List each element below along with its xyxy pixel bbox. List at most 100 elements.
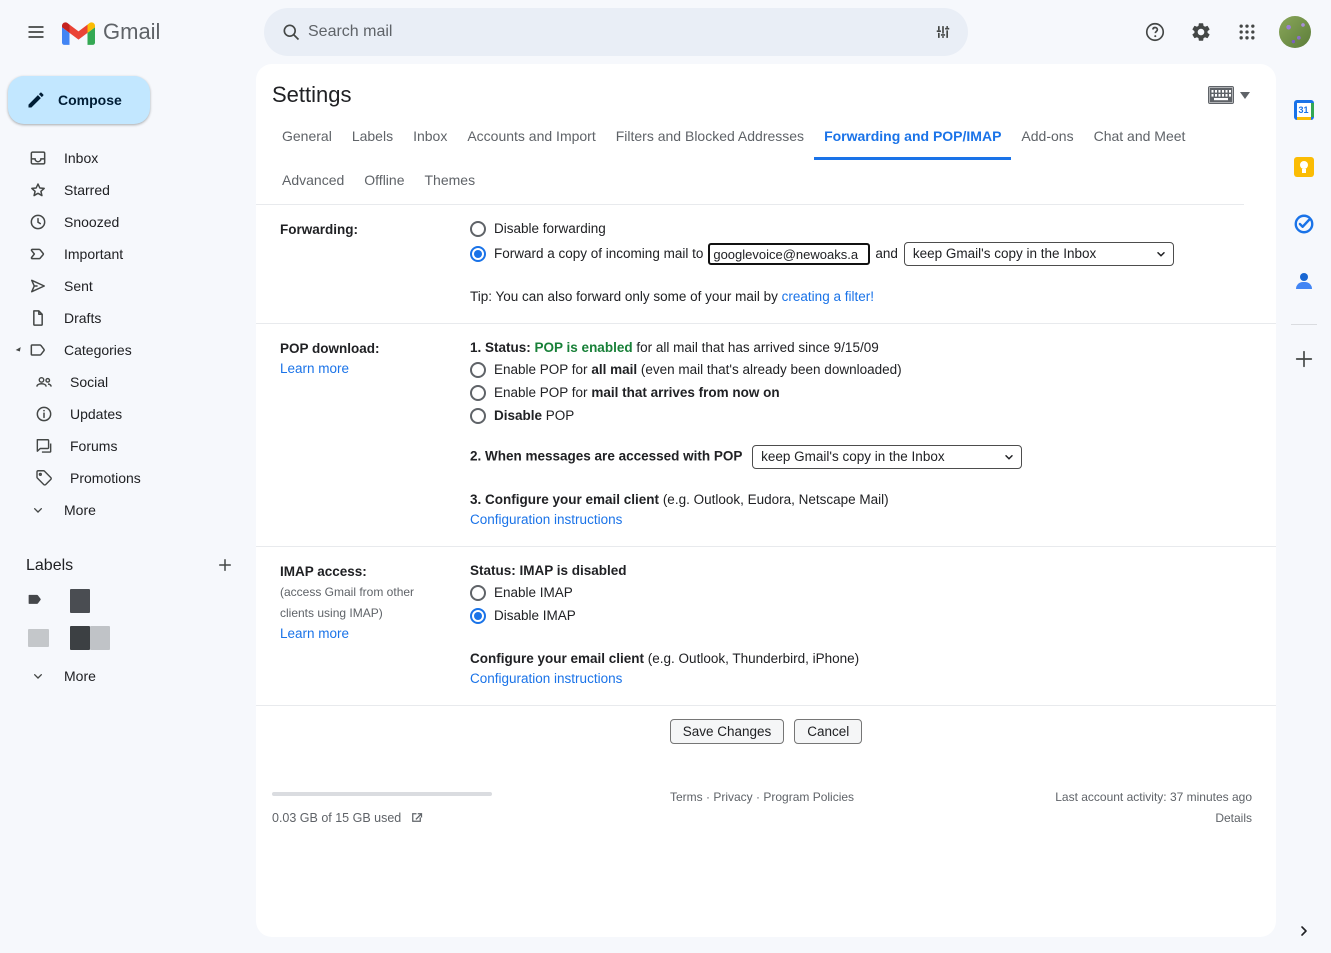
- sidebar-item-label: Sent: [64, 278, 93, 294]
- sidebar-item-drafts[interactable]: Drafts: [12, 302, 256, 334]
- sidebar: Compose Inbox Starred Snoozed Important …: [0, 64, 256, 953]
- send-icon: [26, 276, 50, 296]
- input-tools-selector[interactable]: [1208, 86, 1250, 104]
- open-in-new-icon[interactable]: [409, 810, 424, 825]
- avatar[interactable]: [1279, 16, 1311, 48]
- search-icon[interactable]: [274, 15, 308, 49]
- tab-accounts-and-import[interactable]: Accounts and Import: [457, 116, 605, 160]
- disable-pop-radio[interactable]: [470, 408, 486, 424]
- sidebar-item-important[interactable]: Important: [12, 238, 256, 270]
- calendar-icon[interactable]: 31: [1284, 90, 1324, 130]
- tasks-icon[interactable]: [1284, 204, 1324, 244]
- tab-advanced[interactable]: Advanced: [272, 160, 354, 204]
- terms-link[interactable]: Terms: [670, 790, 703, 804]
- rail-divider: [1291, 324, 1317, 325]
- pop-row-label: POP download:: [280, 339, 470, 359]
- sidebar-item-label: Snoozed: [64, 214, 119, 230]
- storage-usage-text: 0.03 GB of 15 GB used: [272, 811, 401, 825]
- tab-general[interactable]: General: [272, 116, 342, 160]
- disable-imap-radio[interactable]: [470, 608, 486, 624]
- sidebar-item-label: Forums: [70, 438, 117, 454]
- separator: ·: [706, 790, 710, 804]
- storage-quota-bar: [272, 792, 492, 796]
- cancel-button[interactable]: Cancel: [794, 719, 862, 744]
- enable-pop-from-now-radio[interactable]: [470, 385, 486, 401]
- forward-action-select[interactable]: keep Gmail's copy in the Inbox: [904, 242, 1174, 266]
- disable-imap-label: Disable IMAP: [494, 606, 576, 626]
- label-row-redacted[interactable]: [0, 582, 256, 619]
- account-avatar[interactable]: [1273, 12, 1317, 52]
- sidebar-item-starred[interactable]: Starred: [12, 174, 256, 206]
- sidebar-item-label: Important: [64, 246, 123, 262]
- chevron-down-icon: [1003, 451, 1015, 463]
- sidebar-item-categories[interactable]: Categories: [12, 334, 256, 366]
- tab-filters-and-blocked-addresses[interactable]: Filters and Blocked Addresses: [606, 116, 814, 160]
- pop-learn-more-link[interactable]: Learn more: [280, 361, 349, 376]
- expand-arrow-icon[interactable]: [12, 345, 26, 355]
- sidebar-item-forums[interactable]: Forums: [0, 430, 256, 462]
- pop-step2-label: 2. When messages are accessed with POP: [470, 449, 742, 464]
- keep-icon[interactable]: [1284, 147, 1324, 187]
- sidebar-item-label: Inbox: [64, 150, 98, 166]
- settings-panel: Settings General Labels Inbox Accounts a…: [256, 64, 1276, 937]
- labels-more[interactable]: More: [12, 660, 256, 692]
- program-policies-link[interactable]: Program Policies: [763, 790, 854, 804]
- labels-heading: Labels: [26, 557, 73, 575]
- disable-forwarding-radio[interactable]: [470, 221, 486, 237]
- imap-configuration-instructions-link[interactable]: Configuration instructions: [470, 671, 622, 686]
- enable-pop-all-mail-radio[interactable]: [470, 362, 486, 378]
- sidebar-item-social[interactable]: Social: [0, 366, 256, 398]
- pop-action-value: keep Gmail's copy in the Inbox: [761, 447, 944, 467]
- tab-forwarding-and-pop-imap[interactable]: Forwarding and POP/IMAP: [814, 116, 1011, 160]
- pop-action-select[interactable]: keep Gmail's copy in the Inbox: [752, 445, 1022, 469]
- imap-access-section: IMAP access: (access Gmail from other cl…: [256, 547, 1276, 706]
- google-apps-icon[interactable]: [1227, 12, 1267, 52]
- inbox-icon: [26, 148, 50, 168]
- sidebar-item-inbox[interactable]: Inbox: [12, 142, 256, 174]
- details-link[interactable]: Details: [952, 811, 1252, 825]
- card-footer: 0.03 GB of 15 GB used Terms · Privacy · …: [256, 758, 1276, 825]
- contacts-icon[interactable]: [1284, 261, 1324, 301]
- tab-themes[interactable]: Themes: [415, 160, 486, 204]
- compose-button[interactable]: Compose: [8, 76, 150, 124]
- sidebar-item-promotions[interactable]: Promotions: [0, 462, 256, 494]
- label-row-redacted[interactable]: [0, 619, 256, 656]
- gear-icon[interactable]: [1181, 12, 1221, 52]
- pop-step3-label: 3. Configure your email client: [470, 492, 659, 507]
- help-icon[interactable]: [1135, 12, 1175, 52]
- tab-offline[interactable]: Offline: [354, 160, 414, 204]
- sidebar-item-snoozed[interactable]: Snoozed: [12, 206, 256, 238]
- tag-icon: [32, 468, 56, 488]
- info-icon: [32, 404, 56, 424]
- redacted-label-name: [70, 626, 90, 650]
- tab-inbox[interactable]: Inbox: [403, 116, 457, 160]
- privacy-link[interactable]: Privacy: [713, 790, 752, 804]
- clock-icon: [26, 212, 50, 232]
- imap-learn-more-link[interactable]: Learn more: [280, 626, 349, 641]
- gmail-logo[interactable]: Gmail: [62, 19, 160, 45]
- form-actions: Save Changes Cancel: [256, 706, 1276, 758]
- top-bar: Gmail: [0, 0, 1331, 64]
- sidebar-item-sent[interactable]: Sent: [12, 270, 256, 302]
- creating-a-filter-link[interactable]: creating a filter!: [782, 289, 874, 304]
- pop-download-section: POP download: Learn more 1. Status: POP …: [256, 324, 1276, 547]
- search-options-icon[interactable]: [926, 15, 960, 49]
- add-label-plus-icon[interactable]: [216, 556, 234, 577]
- pop-configuration-instructions-link[interactable]: Configuration instructions: [470, 512, 622, 527]
- hamburger-menu-icon[interactable]: [16, 12, 56, 52]
- redacted-label-icon: [28, 629, 49, 647]
- label-icon: [26, 340, 50, 360]
- tab-labels[interactable]: Labels: [342, 116, 403, 160]
- tab-add-ons[interactable]: Add-ons: [1011, 116, 1083, 160]
- collapse-panel-chevron-icon[interactable]: [1276, 923, 1331, 939]
- sidebar-item-more[interactable]: More: [12, 494, 256, 526]
- search-bar[interactable]: [264, 8, 968, 56]
- forward-address-input[interactable]: [708, 243, 870, 265]
- tab-chat-and-meet[interactable]: Chat and Meet: [1084, 116, 1196, 160]
- get-addons-plus-icon[interactable]: [1284, 339, 1324, 379]
- enable-imap-radio[interactable]: [470, 585, 486, 601]
- forward-copy-radio[interactable]: [470, 246, 486, 262]
- sidebar-item-updates[interactable]: Updates: [0, 398, 256, 430]
- search-input[interactable]: [308, 23, 926, 41]
- save-changes-button[interactable]: Save Changes: [670, 719, 785, 744]
